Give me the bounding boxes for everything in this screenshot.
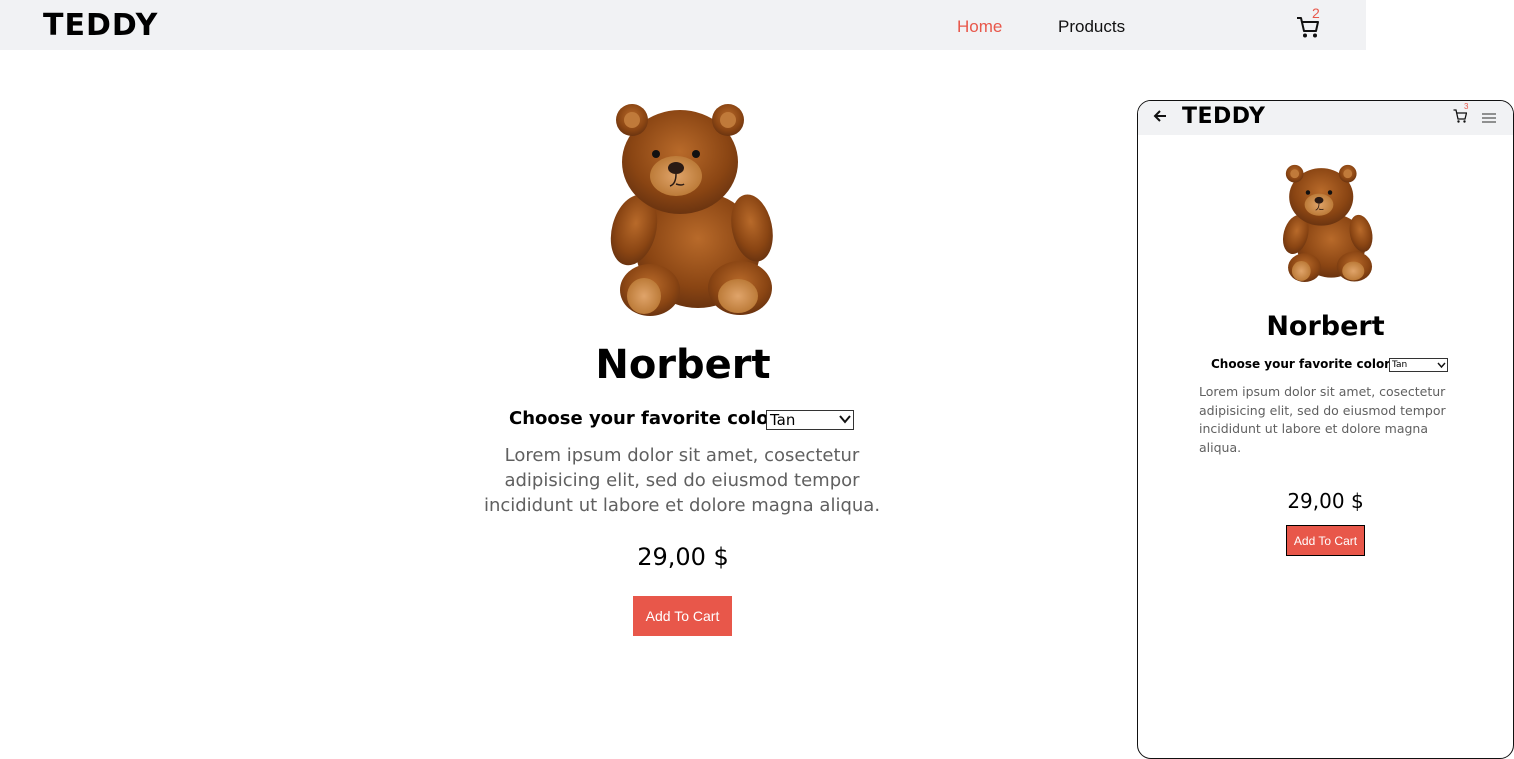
mobile-color-select-value: Tan: [1392, 360, 1408, 370]
mobile-add-to-cart-button[interactable]: Add To Cart: [1286, 525, 1365, 556]
color-label: Choose your favorite color :: [509, 408, 792, 429]
desktop-header: TEDDY Home Products 2: [0, 0, 1366, 50]
mobile-color-label: Choose your favorite color :: [1211, 357, 1400, 371]
teddy-bear-image: [1277, 157, 1382, 291]
hamburger-menu-icon[interactable]: [1482, 113, 1496, 123]
nav-home-link[interactable]: Home: [957, 17, 1002, 37]
mobile-product-description: Lorem ipsum dolor sit amet, cosectetur a…: [1199, 384, 1446, 455]
color-select[interactable]: Tan: [766, 410, 854, 430]
mobile-preview: TEDDY 3 Norbert Choose your favorite col…: [1137, 100, 1514, 759]
mobile-header: TEDDY 3: [1138, 101, 1513, 135]
product-description: Lorem ipsum dolor sit amet, cosectetur a…: [483, 445, 881, 516]
teddy-bear-image: [600, 100, 790, 322]
mobile-color-select[interactable]: Tan: [1389, 358, 1448, 372]
mobile-logo[interactable]: TEDDY: [1182, 104, 1265, 129]
mobile-product-price: 29,00 $: [1287, 489, 1364, 513]
chevron-down-icon: [839, 415, 851, 424]
arrow-left-icon[interactable]: [1153, 109, 1167, 123]
add-to-cart-button[interactable]: Add To Cart: [633, 596, 732, 636]
color-select-value: Tan: [770, 411, 796, 429]
mobile-product-title: Norbert: [1266, 311, 1385, 342]
mobile-cart-count-badge: 3: [1464, 102, 1469, 111]
chevron-down-icon: [1437, 362, 1446, 369]
logo[interactable]: TEDDY: [43, 8, 158, 43]
nav-products-link[interactable]: Products: [1058, 17, 1125, 37]
cart-count-badge: 2: [1312, 5, 1320, 21]
